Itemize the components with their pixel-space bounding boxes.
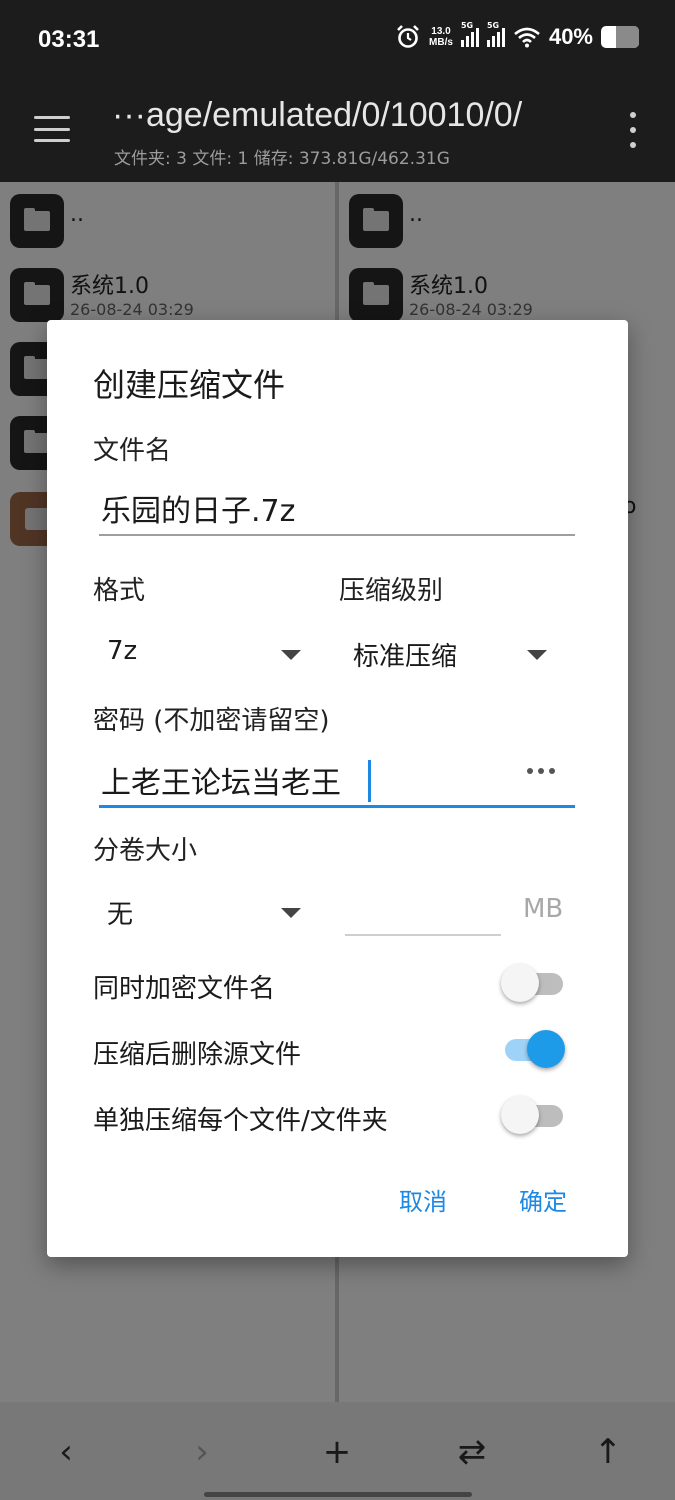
- more-options-icon[interactable]: [629, 112, 637, 148]
- alarm-icon: [397, 25, 419, 48]
- filename-label: 文件名: [93, 436, 172, 466]
- wifi-icon: [514, 27, 540, 48]
- format-dropdown[interactable]: 7z: [93, 628, 307, 678]
- status-bar: 03:31 13.0 MB/s 5G 5G 40%: [0, 0, 675, 84]
- volume-size-dropdown[interactable]: 无: [93, 886, 307, 936]
- chevron-down-icon: [281, 650, 301, 660]
- net-speed: 13.0 MB/s: [429, 26, 453, 48]
- format-label: 格式: [93, 576, 146, 606]
- compression-level-label: 压缩级别: [339, 576, 444, 606]
- battery-percent: 40%: [548, 24, 593, 49]
- status-icons: 13.0 MB/s 5G 5G 40%: [395, 21, 639, 50]
- signal-icon: 5G: [460, 21, 479, 47]
- password-field[interactable]: [99, 754, 575, 808]
- compress-separately-switch[interactable]: [501, 1096, 565, 1136]
- compression-level-dropdown[interactable]: 标准压缩: [339, 628, 559, 678]
- volume-size-label: 分卷大小: [93, 836, 198, 866]
- volume-size-input[interactable]: [345, 890, 501, 936]
- password-input[interactable]: [99, 754, 575, 805]
- create-archive-dialog: 创建压缩文件 文件名 格式 压缩级别 7z 标准压缩 密码 (不加密请留空) 分…: [47, 320, 628, 1257]
- encrypt-filenames-label: 同时加密文件名: [93, 974, 276, 1004]
- filename-input[interactable]: [99, 482, 575, 534]
- status-time: 03:31: [38, 26, 100, 53]
- delete-source-switch[interactable]: [501, 1030, 565, 1070]
- password-label: 密码 (不加密请留空): [93, 706, 330, 736]
- text-caret: [368, 760, 371, 802]
- battery-icon: [601, 26, 639, 48]
- chevron-down-icon: [281, 908, 301, 918]
- cancel-button[interactable]: 取消: [399, 1182, 447, 1217]
- compress-separately-label: 单独压缩每个文件/文件夹: [93, 1106, 388, 1136]
- filename-field[interactable]: [99, 482, 575, 536]
- volume-unit: MB: [523, 894, 564, 924]
- app-bar: ···age/emulated/0/10010/0/ 文件夹: 3 文件: 1 …: [0, 84, 675, 182]
- ok-button[interactable]: 确定: [519, 1182, 567, 1217]
- path-summary: 文件夹: 3 文件: 1 储存: 373.81G/462.31G: [114, 149, 450, 169]
- delete-source-label: 压缩后删除源文件: [93, 1040, 302, 1070]
- more-dots-icon[interactable]: [527, 768, 555, 774]
- signal-icon: 5G: [486, 21, 505, 47]
- dialog-title: 创建压缩文件: [93, 366, 286, 404]
- encrypt-filenames-switch[interactable]: [501, 964, 565, 1004]
- menu-icon[interactable]: [34, 116, 70, 142]
- path-title: ···age/emulated/0/10010/0/: [112, 96, 523, 134]
- chevron-down-icon: [527, 650, 547, 660]
